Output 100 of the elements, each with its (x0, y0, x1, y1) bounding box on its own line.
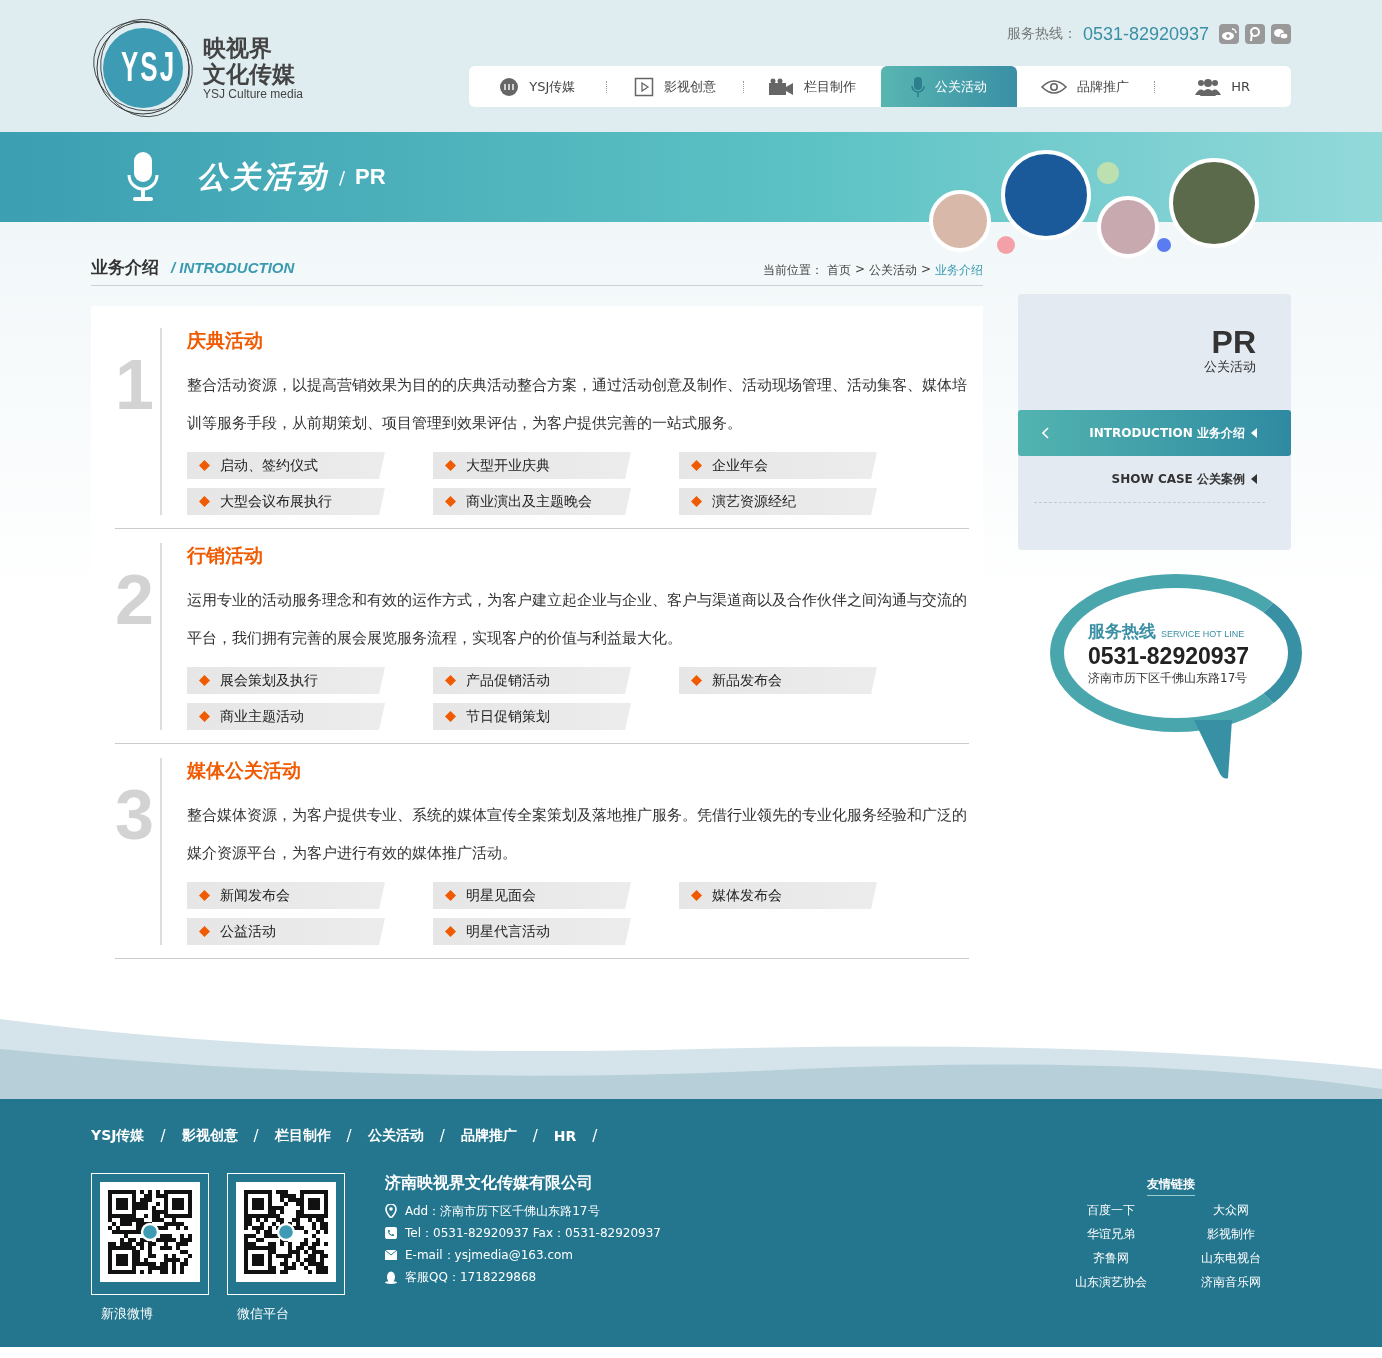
location-pin-icon (385, 1204, 397, 1218)
service-description: 整合媒体资源，为客户提供专业、系统的媒体宣传全案策划及落地推广服务。凭借行业领先的专业化服务经验和广泛的媒介资源平台，为客户进行有效的媒体推广活动。 (187, 805, 968, 864)
footer-nav-link[interactable]: 公关活动 (367, 1127, 424, 1145)
footer-nav-separator: / (532, 1127, 538, 1145)
nav-tab[interactable]: 品牌推广 (1017, 66, 1154, 107)
sidebar-title: PR (1210, 326, 1257, 358)
penguin-icon (385, 1270, 397, 1284)
tag-label: 商业主题活动 (220, 707, 304, 726)
phone-icon (385, 1227, 397, 1239)
tag-label: 媒体发布会 (712, 886, 782, 905)
nav-tab[interactable]: 栏目制作 (744, 66, 881, 107)
tag-label: 大型开业庆典 (466, 456, 550, 475)
tag-label: 公益活动 (220, 922, 276, 941)
footer-nav-separator: / (160, 1127, 166, 1145)
film-play-icon (633, 76, 654, 97)
diamond-icon (445, 926, 456, 937)
hotline-subtitle: SERVICE HOT LINE (1161, 628, 1245, 639)
hotline-address: 济南市历下区千佛山东路17号 (1088, 669, 1249, 687)
friend-link[interactable]: 大众网 (1171, 1202, 1291, 1219)
contact-text: 客服QQ：1718229868 (405, 1268, 537, 1286)
p-logo-icon[interactable] (1245, 24, 1265, 44)
footer-nav-link[interactable]: YSJ传媒 (91, 1127, 145, 1145)
nav-tab[interactable]: 影视创意 (606, 66, 743, 107)
company-name: 济南映视界文化传媒有限公司 (385, 1173, 594, 1194)
envelope-icon (385, 1250, 397, 1260)
logo-subtitle: YSJ Culture media (203, 87, 304, 101)
friend-link[interactable]: 济南音乐网 (1171, 1274, 1291, 1291)
logo-mark: YSJ (121, 42, 177, 93)
service-title: 媒体公关活动 (187, 758, 302, 783)
breadcrumb-label: 当前位置： (762, 262, 823, 279)
friend-link[interactable]: 华谊兄弟 (1051, 1226, 1171, 1243)
sidebar-subtitle: 公关活动 (1203, 358, 1257, 376)
decor-dot (997, 236, 1015, 254)
diamond-icon (199, 496, 210, 507)
diamond-icon (691, 460, 702, 471)
tag-label: 大型会议布展执行 (220, 492, 332, 511)
service-description: 运用专业的活动服务理念和有效的运作方式，为客户建立起企业与企业、客户与渠道商以及合作伙伴之间沟通与交流的平台，我们拥有完善的展会展览服务流程，实现客户的价值与利益最大化。 (187, 590, 968, 649)
nav-tab[interactable]: HR (1154, 66, 1291, 107)
breadcrumb-link[interactable]: 首页 (826, 262, 851, 279)
diamond-icon (445, 496, 456, 507)
bubble-tail-icon (1194, 720, 1234, 780)
breadcrumb-link[interactable]: 公关活动 (868, 262, 917, 279)
breadcrumb-link[interactable]: 业务介绍 (935, 262, 983, 279)
logo-name: 文化传媒 (203, 61, 296, 87)
footer-nav-link[interactable]: 品牌推广 (460, 1127, 517, 1145)
tag-label: 节日促销策划 (466, 707, 550, 726)
diamond-icon (199, 926, 210, 937)
tag-label: 启动、签约仪式 (220, 456, 318, 475)
contact-text: E-mail：ysjmedia@163.com (405, 1246, 574, 1264)
friend-link[interactable]: 山东电视台 (1171, 1250, 1291, 1267)
tag-label: 新品发布会 (712, 671, 782, 690)
tag-label: 展会策划及执行 (220, 671, 318, 690)
tag-label: 明星见面会 (466, 886, 536, 905)
hotline-number: 0531-82920937 (1082, 23, 1209, 45)
section-subtitle: / INTRODUCTION (171, 259, 295, 276)
logo-emblem-icon (91, 16, 195, 120)
friend-link[interactable]: 影视制作 (1171, 1226, 1291, 1243)
tag-label: 企业年会 (712, 456, 768, 475)
diamond-icon (199, 675, 210, 686)
footer-nav-link[interactable]: HR (553, 1128, 577, 1144)
sidebar-menu-item[interactable]: SHOW CASE 公关案例 (1034, 456, 1265, 503)
breadcrumb-separator: > (854, 262, 865, 278)
diamond-icon (199, 460, 210, 471)
circle-logo-icon (499, 76, 520, 97)
footer-nav-separator: / (346, 1127, 352, 1145)
tag-label: 新闻发布会 (220, 886, 290, 905)
triangle-left-icon (1251, 474, 1257, 484)
footer-nav-link[interactable]: 影视创意 (181, 1127, 238, 1145)
service-title: 庆典活动 (187, 328, 264, 353)
diamond-icon (445, 460, 456, 471)
nav-tab[interactable]: 公关活动 (880, 66, 1017, 107)
people-icon (1195, 77, 1222, 96)
video-camera-icon (768, 77, 795, 96)
sidebar-menu-item[interactable]: INTRODUCTION 业务介绍 (1018, 410, 1291, 456)
service-title: 行销活动 (187, 543, 264, 568)
nav-tab[interactable]: YSJ传媒 (469, 66, 606, 107)
decor-dot (1157, 238, 1171, 252)
qr-caption: 新浪微博 (101, 1305, 154, 1323)
tag-label: 明星代言活动 (466, 922, 550, 941)
hotline-title: 服务热线 (1088, 619, 1156, 643)
chat-icon[interactable] (1271, 24, 1291, 44)
qr-caption: 微信平台 (237, 1305, 290, 1323)
friend-link[interactable]: 山东演艺协会 (1051, 1274, 1171, 1291)
footer-nav-separator: / (439, 1127, 445, 1145)
footer-nav-separator: / (253, 1127, 259, 1145)
weibo-icon[interactable] (1219, 24, 1239, 44)
footer-nav-link[interactable]: 栏目制作 (274, 1127, 331, 1145)
diamond-icon (445, 711, 456, 722)
friend-link[interactable]: 齐鲁网 (1051, 1250, 1171, 1267)
hotline-label: 服务热线： (1006, 25, 1077, 43)
tag-label: 演艺资源经纪 (712, 492, 796, 511)
tag-label: 商业演出及主题晚会 (466, 492, 592, 511)
tag-label: 产品促销活动 (466, 671, 550, 690)
section-title: 业务介绍 (91, 257, 159, 277)
diamond-icon (691, 496, 702, 507)
diamond-icon (199, 711, 210, 722)
contact-text: Add：济南市历下区千佛山东路17号 (405, 1202, 600, 1220)
friend-link[interactable]: 百度一下 (1051, 1202, 1171, 1219)
breadcrumb-separator: > (920, 262, 931, 278)
decor-dot (1097, 162, 1119, 184)
